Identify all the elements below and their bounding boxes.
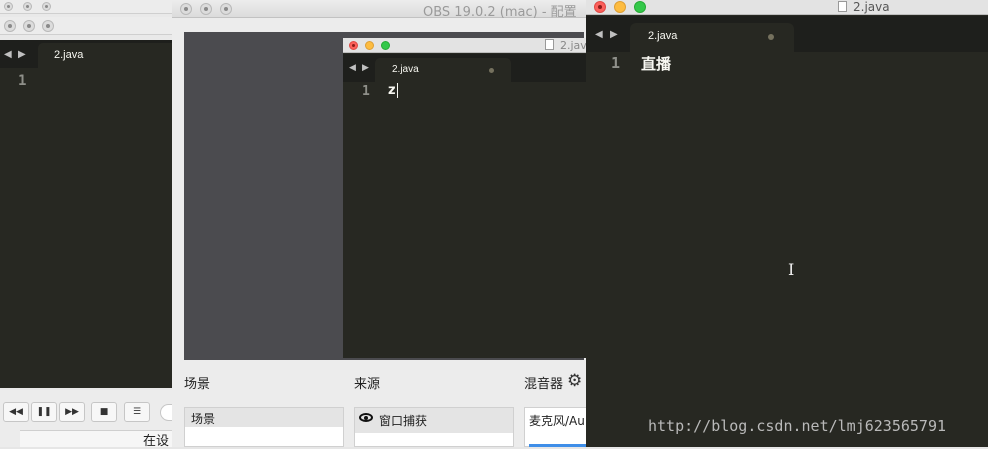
obs-titlebar: OBS 19.0.2 (mac) - 配置 — [172, 0, 592, 20]
scenes-list: 场景 — [184, 407, 344, 447]
minimize-icon[interactable] — [365, 41, 374, 50]
zoom-icon[interactable] — [634, 1, 646, 13]
line-number: 1 — [18, 73, 27, 89]
list-button[interactable]: ☰ — [124, 402, 150, 422]
mixer-label: 混音器 — [524, 377, 564, 392]
status-text: 在设 — [143, 434, 170, 449]
text-cursor-icon: I — [788, 260, 795, 279]
right-tab[interactable]: 2.java — [630, 23, 794, 52]
mixer-item-label: 麦克风/Au — [529, 414, 585, 428]
left-titlebar-2 — [0, 17, 172, 35]
source-item[interactable]: 窗口捕获 — [355, 408, 513, 433]
nav-forward-icon[interactable]: ▶ — [362, 63, 369, 73]
nav-back-icon[interactable]: ◀ — [349, 63, 356, 73]
scene-item-label: 场景 — [191, 412, 216, 426]
right-tab-bar: ◀ ▶ 2.java — [586, 16, 988, 52]
source-item-label: 窗口捕获 — [379, 414, 428, 428]
right-window: 2.java ◀ ▶ 2.java 1 直播 I http://blog.csd… — [586, 0, 988, 447]
sources-label: 来源 — [354, 377, 381, 392]
nav-back-icon[interactable]: ◀ — [595, 29, 603, 40]
middle-window: 2.java ◀ ▶ 2.java 1 z — [343, 38, 594, 358]
window-title: OBS 19.0.2 (mac) - 配置 — [423, 5, 577, 20]
unsaved-dot-icon — [489, 68, 494, 73]
zoom-icon[interactable] — [220, 3, 232, 15]
tab-label: 2.java — [54, 49, 84, 61]
middle-titlebar: 2.java — [343, 38, 594, 53]
eye-pupil-icon — [364, 416, 368, 420]
watermark: http://blog.csdn.net/lmj623565791 — [648, 417, 947, 435]
rewind-button[interactable]: ◀◀ — [3, 402, 29, 422]
close-icon[interactable] — [594, 1, 606, 13]
file-icon — [545, 39, 554, 50]
middle-editor-body[interactable]: 1 z — [343, 82, 586, 358]
window-title: 2.java — [838, 0, 890, 14]
nav-forward-icon[interactable]: ▶ — [18, 49, 26, 60]
sources-list: 窗口捕获 — [354, 407, 514, 447]
minimize-icon[interactable] — [614, 1, 626, 13]
gear-icon[interactable]: ⚙ — [567, 371, 582, 391]
left-tab[interactable]: 2.java — [38, 43, 178, 68]
nav-back-icon[interactable]: ◀ — [4, 49, 12, 60]
minimize-icon[interactable] — [23, 20, 35, 32]
code-text: 直播 — [641, 55, 672, 73]
mixer-panel: 麦克风/Au — [524, 407, 592, 447]
tab-label: 2.java — [392, 64, 419, 75]
close-icon[interactable] — [4, 2, 13, 11]
scenes-label: 场景 — [184, 377, 211, 392]
close-icon[interactable] — [4, 20, 16, 32]
right-editor-body[interactable]: 1 直播 I http://blog.csdn.net/lmj623565791 — [586, 52, 988, 447]
left-titlebar-1 — [0, 0, 172, 14]
left-tab-bar: ◀ ▶ 2.java — [0, 40, 178, 68]
pause-button[interactable]: ❚❚ — [31, 402, 57, 422]
scene-item[interactable]: 场景 — [185, 408, 343, 427]
file-icon — [838, 1, 847, 12]
zoom-icon[interactable] — [42, 2, 51, 11]
minimize-icon[interactable] — [23, 2, 32, 11]
zoom-icon[interactable] — [381, 41, 390, 50]
unsaved-dot-icon — [768, 34, 774, 40]
tab-label: 2.java — [648, 30, 678, 42]
left-editor-body[interactable]: 1 — [0, 68, 172, 388]
close-icon[interactable] — [349, 41, 358, 50]
forward-button[interactable]: ▶▶ — [59, 402, 85, 422]
minimize-icon[interactable] — [200, 3, 212, 15]
code-text: z — [388, 83, 398, 98]
nav-forward-icon[interactable]: ▶ — [610, 29, 618, 40]
stop-button[interactable]: ■ — [91, 402, 117, 422]
right-titlebar: 2.java — [586, 0, 988, 15]
line-number: 1 — [611, 54, 621, 72]
middle-tab-bar: ◀ ▶ 2.java — [343, 54, 586, 82]
zoom-icon[interactable] — [42, 20, 54, 32]
line-number: 1 — [362, 84, 370, 99]
close-icon[interactable] — [180, 3, 192, 15]
left-window: ◀ ▶ 2.java 1 ◀◀ ❚❚ ▶▶ ■ ☰ 在设 — [0, 0, 178, 449]
middle-tab[interactable]: 2.java — [375, 58, 511, 82]
